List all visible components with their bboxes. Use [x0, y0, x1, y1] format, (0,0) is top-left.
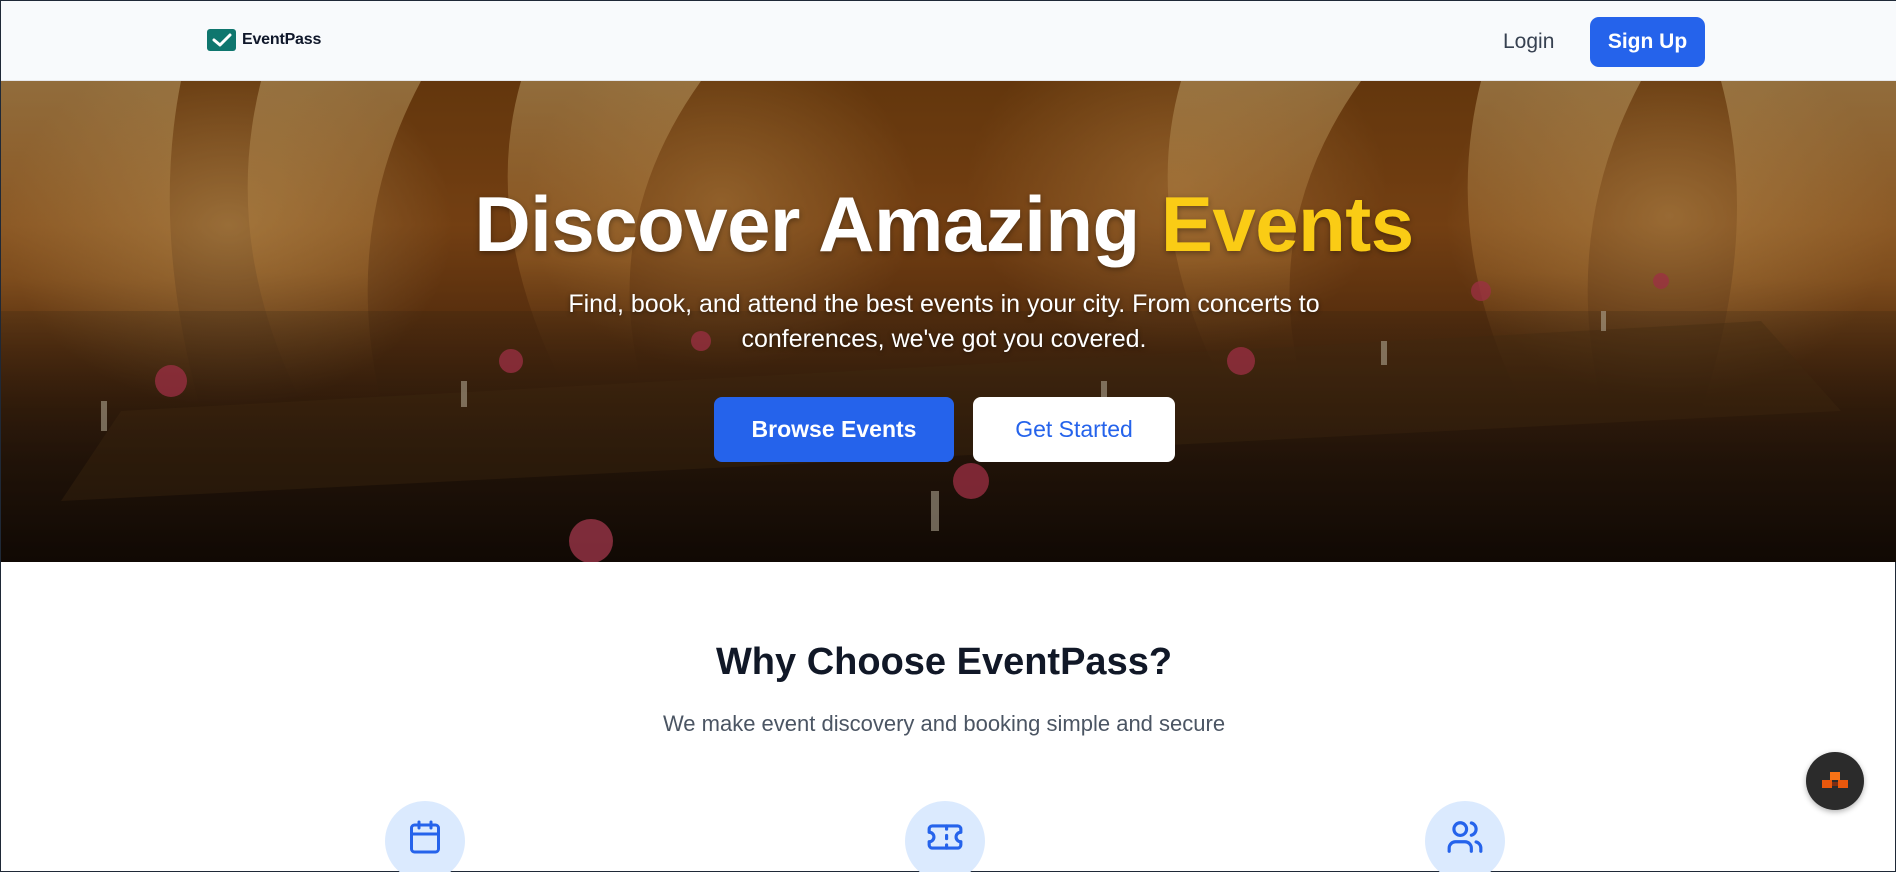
- features-title: Why Choose EventPass?: [715, 641, 1173, 683]
- floating-assistant-button[interactable]: [1806, 752, 1864, 810]
- ticket-icon: [927, 824, 963, 850]
- ticket-check-icon: [207, 29, 236, 51]
- hero-section: Discover Amazing Events Find, book, and …: [1, 81, 1896, 562]
- top-navbar: EventPass Login Sign Up: [1, 1, 1896, 81]
- feature-ticket: [905, 801, 985, 872]
- assistant-widget-icon: [1822, 772, 1848, 788]
- brand-name: EventPass: [242, 31, 322, 48]
- feature-users: [1425, 801, 1505, 872]
- features-subtitle: We make event discovery and booking simp…: [662, 711, 1226, 736]
- feature-calendar: [385, 801, 465, 872]
- hero-subtitle: Find, book, and attend the best events i…: [568, 290, 1320, 353]
- browse-events-button[interactable]: Browse Events: [714, 397, 954, 462]
- get-started-button[interactable]: Get Started: [973, 397, 1175, 462]
- login-button[interactable]: Login: [1491, 25, 1566, 59]
- hero-title-main: Discover Amazing: [474, 180, 1161, 268]
- users-icon: [1447, 821, 1483, 853]
- brand-logo-link[interactable]: EventPass: [207, 29, 321, 51]
- calendar-icon: [410, 820, 440, 854]
- signup-button[interactable]: Sign Up: [1590, 17, 1705, 67]
- hero-title-accent: Events: [1160, 180, 1414, 268]
- hero-title: Discover Amazing Events: [1, 179, 1887, 270]
